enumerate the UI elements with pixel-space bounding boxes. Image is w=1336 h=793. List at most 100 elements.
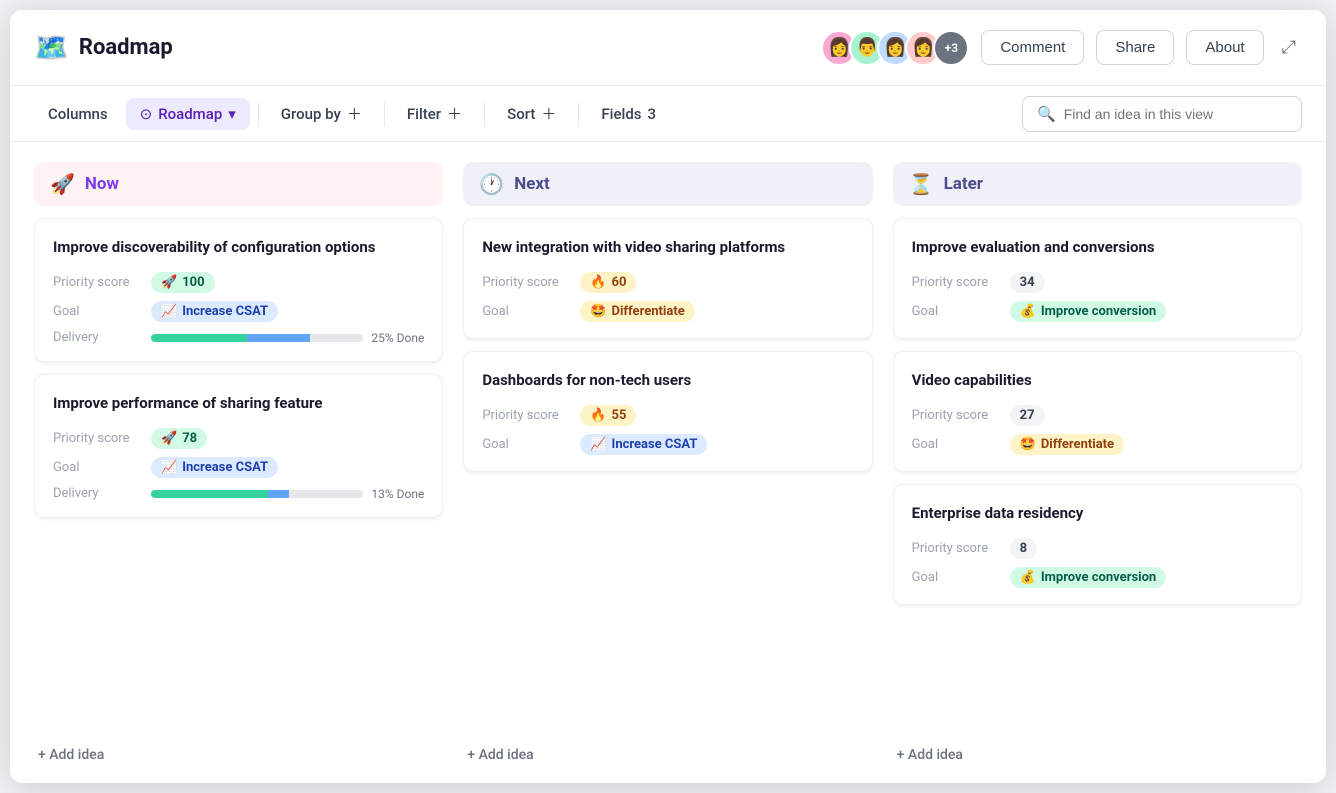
priority-value: 27 [1020,408,1035,423]
card-later-3: Enterprise data residency Priority score… [893,484,1302,605]
priority-emoji: 🔥 [590,275,606,290]
card-later-1-goal-row: Goal 💰 Improve conversion [912,301,1283,322]
columns-button[interactable]: Columns [34,98,122,130]
search-icon: 🔍 [1037,105,1056,123]
filter-button[interactable]: Filter ＋ [393,96,476,131]
column-later-emoji: ⏳ [909,172,934,196]
search-input[interactable] [1064,106,1287,122]
goal-label: Goal [53,304,143,319]
column-next-cards: New integration with video sharing platf… [463,218,872,731]
priority-label: Priority score [482,275,572,290]
priority-value: 60 [612,275,627,290]
logo-emoji: 🗺️ [34,31,69,64]
filter-label: Filter [407,105,441,123]
card-now-1-title: Improve discoverability of configuration… [53,237,424,258]
search-box[interactable]: 🔍 [1022,96,1302,132]
column-now-cards: Improve discoverability of configuration… [34,218,443,731]
card-next-1-title: New integration with video sharing platf… [482,237,853,258]
priority-value: 55 [612,408,627,423]
goal-emoji: 📈 [161,304,177,319]
column-now: 🚀 Now Improve discoverability of configu… [34,162,443,763]
column-later-header: ⏳ Later [893,162,1302,206]
delivery-text: 25% Done [371,331,424,345]
card-now-1-priority-row: Priority score 🚀 100 [53,272,424,293]
card-later-3-title: Enterprise data residency [912,503,1283,524]
card-later-2-goal-row: Goal 🤩 Differentiate [912,434,1283,455]
column-next-emoji: 🕐 [479,172,504,196]
card-later-2: Video capabilities Priority score 27 Goa… [893,351,1302,472]
column-now-emoji: 🚀 [50,172,75,196]
priority-emoji: 🚀 [161,431,177,446]
comment-button[interactable]: Comment [981,30,1084,65]
card-now-2-title: Improve performance of sharing feature [53,393,424,414]
column-now-header: 🚀 Now [34,162,443,206]
goal-value: Differentiate [1041,437,1114,452]
goal-emoji: 📈 [590,437,606,452]
column-next: 🕐 Next New integration with video sharin… [463,162,872,763]
card-now-2-goal-row: Goal 📈 Increase CSAT [53,457,424,478]
add-idea-later[interactable]: + Add idea [893,731,1302,763]
roadmap-dropdown[interactable]: ⊙ Roadmap ▾ [126,98,250,130]
add-idea-now[interactable]: + Add idea [34,731,443,763]
priority-value: 100 [182,275,204,290]
goal-value: Improve conversion [1041,304,1156,319]
priority-label: Priority score [912,541,1002,556]
card-next-1-goal-row: Goal 🤩 Differentiate [482,301,853,322]
priority-badge: 8 [1010,538,1037,559]
goal-badge: 📈 Increase CSAT [151,457,278,478]
header-right: 👩 👨 👩 👩 +3 Comment Share About ⤢ [821,30,1302,66]
goal-badge: 💰 Improve conversion [1010,567,1167,588]
goal-badge: 📈 Increase CSAT [580,434,707,455]
priority-badge: 27 [1010,405,1045,426]
goal-badge: 🤩 Differentiate [1010,434,1124,455]
priority-badge: 🚀 78 [151,428,207,449]
group-by-button[interactable]: Group by ＋ [267,96,376,131]
priority-badge: 34 [1010,272,1045,293]
card-later-1: Improve evaluation and conversions Prior… [893,218,1302,339]
group-by-label: Group by [281,105,341,123]
card-later-2-title: Video capabilities [912,370,1283,391]
priority-label: Priority score [912,408,1002,423]
toolbar-divider-4 [578,102,579,126]
goal-emoji: 🤩 [1020,437,1036,452]
add-idea-next[interactable]: + Add idea [463,731,872,763]
sort-button[interactable]: Sort ＋ [493,96,570,131]
priority-value: 8 [1020,541,1027,556]
delivery-text: 13% Done [371,487,424,501]
card-now-2-delivery-row: Delivery 13% Done [53,486,424,501]
card-next-1-priority-row: Priority score 🔥 60 [482,272,853,293]
card-later-3-goal-row: Goal 💰 Improve conversion [912,567,1283,588]
goal-badge: 💰 Improve conversion [1010,301,1167,322]
card-now-2: Improve performance of sharing feature P… [34,374,443,518]
toolbar-divider-2 [384,102,385,126]
delivery-progress-bar [151,334,363,342]
priority-value: 34 [1020,275,1035,290]
delivery-progress-bar [151,490,363,498]
goal-value: Increase CSAT [182,304,268,319]
fields-button[interactable]: Fields 3 [587,98,670,130]
roadmap-label: Roadmap [158,105,222,123]
card-next-2-goal-row: Goal 📈 Increase CSAT [482,434,853,455]
card-later-1-priority-row: Priority score 34 [912,272,1283,293]
goal-value: Differentiate [612,304,685,319]
column-later-label: Later [944,174,983,194]
header: 🗺️ Roadmap 👩 👨 👩 👩 +3 Comment Share Abou… [10,10,1326,86]
priority-label: Priority score [53,431,143,446]
roadmap-icon: ⊙ [140,105,153,123]
card-now-1: Improve discoverability of configuration… [34,218,443,362]
goal-label: Goal [912,570,1002,585]
avatar-extra-count: +3 [933,30,969,66]
goal-label: Goal [912,304,1002,319]
sort-label: Sort [507,105,535,123]
priority-emoji: 🚀 [161,275,177,290]
share-button[interactable]: Share [1096,30,1174,65]
priority-badge: 🔥 55 [580,405,636,426]
column-later-cards: Improve evaluation and conversions Prior… [893,218,1302,731]
card-next-2-priority-row: Priority score 🔥 55 [482,405,853,426]
expand-button[interactable]: ⤢ [1276,31,1302,64]
filter-add-icon: ＋ [447,103,462,124]
about-button[interactable]: About [1186,30,1263,65]
goal-emoji: 🤩 [590,304,606,319]
card-later-2-priority-row: Priority score 27 [912,405,1283,426]
column-next-label: Next [514,174,550,194]
